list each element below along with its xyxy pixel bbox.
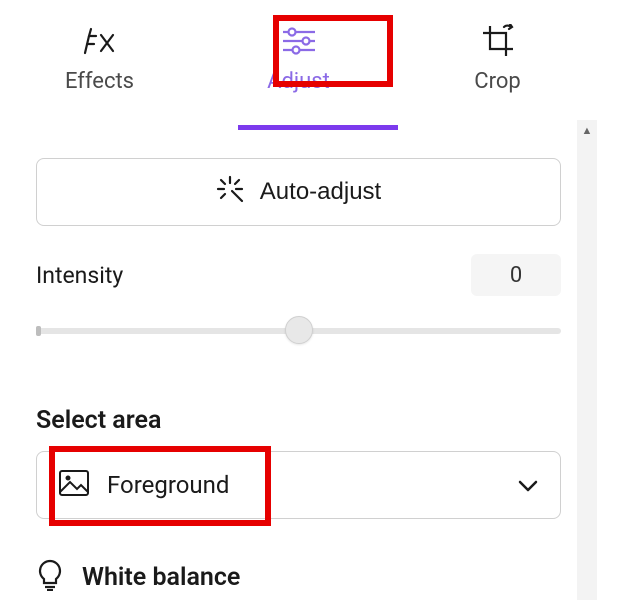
chevron-down-icon <box>518 473 538 497</box>
select-area-dropdown[interactable]: Foreground <box>36 451 561 519</box>
crop-icon <box>481 25 515 57</box>
intensity-label: Intensity <box>36 262 123 289</box>
image-icon <box>59 470 89 500</box>
tab-adjust-label: Adjust <box>267 69 330 94</box>
select-area-selected: Foreground <box>107 471 518 499</box>
bulb-icon <box>36 559 64 595</box>
tab-crop[interactable]: Crop <box>428 25 568 94</box>
intensity-value[interactable]: 0 <box>471 254 561 296</box>
edit-tabs: Effects Adjust <box>0 0 597 130</box>
intensity-slider[interactable] <box>36 318 561 346</box>
tab-effects[interactable]: Effects <box>30 25 170 94</box>
select-area-heading: Select area <box>36 406 561 435</box>
white-balance-section[interactable]: White balance <box>36 559 561 595</box>
scrollbar-up-icon[interactable]: ▲ <box>577 120 597 140</box>
tab-adjust[interactable]: Adjust <box>229 25 369 94</box>
white-balance-label: White balance <box>82 563 240 592</box>
magic-icon <box>216 175 244 210</box>
slider-tick-start <box>36 326 41 336</box>
sliders-icon <box>281 25 317 57</box>
slider-thumb[interactable] <box>285 316 313 344</box>
tab-crop-label: Crop <box>474 69 520 94</box>
fx-icon <box>83 25 117 57</box>
scrollbar[interactable]: ▲ <box>577 120 597 600</box>
auto-adjust-button[interactable]: Auto-adjust <box>36 158 561 226</box>
auto-adjust-label: Auto-adjust <box>260 178 381 206</box>
tab-effects-label: Effects <box>65 69 134 94</box>
active-tab-indicator <box>238 125 398 130</box>
